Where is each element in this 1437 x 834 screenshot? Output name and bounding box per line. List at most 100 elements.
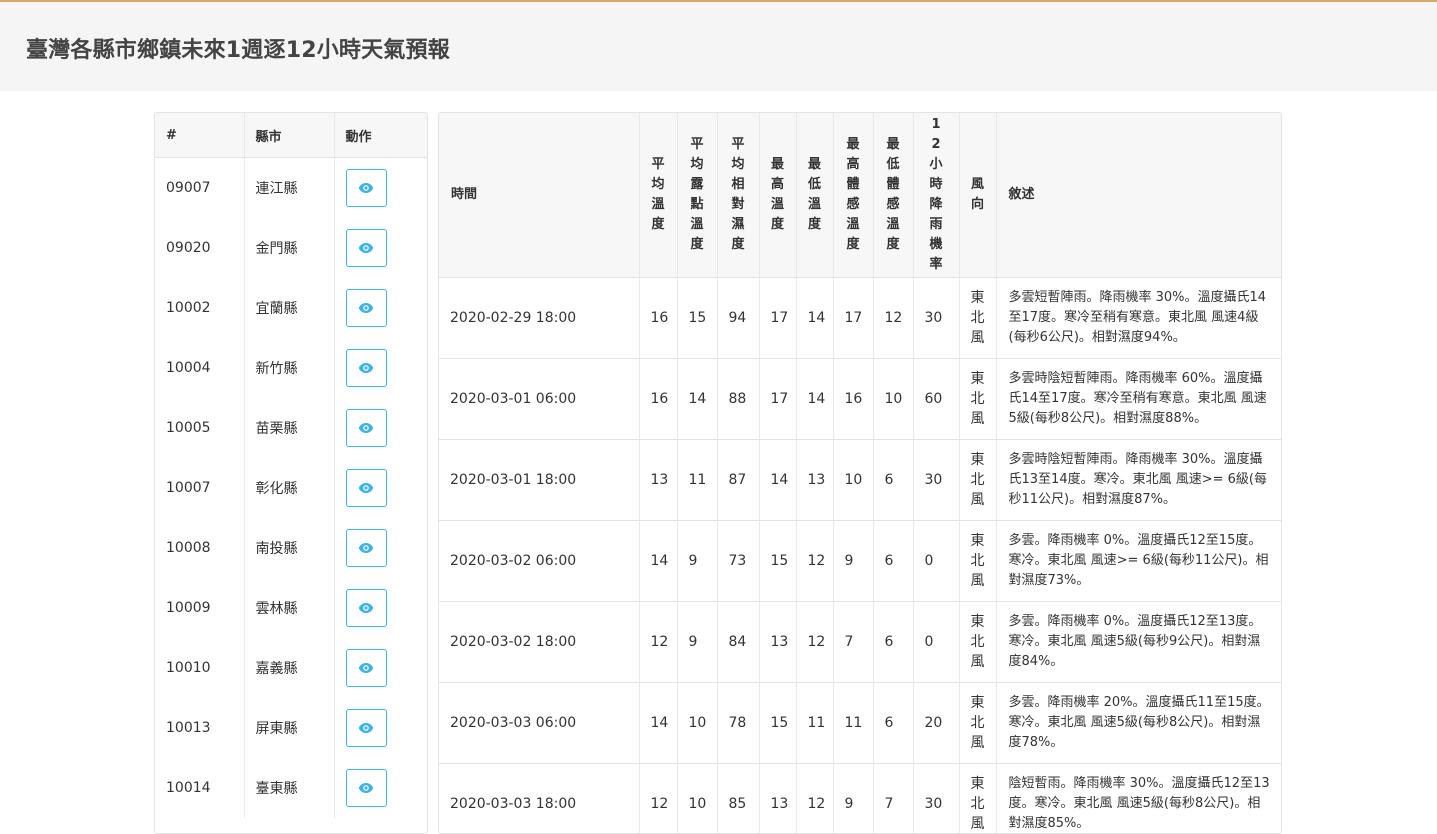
city-action-cell [334,758,427,818]
column-header-max-apparent-label: 最高體感溫度 [846,135,860,255]
min-temp: 12 [796,602,833,683]
eye-icon [358,242,374,254]
forecast-description: 多雲時陰短暫陣雨。降雨機率 60%。溫度攝氏14至17度。寒冷至稍有寒意。東北風… [996,359,1281,440]
eye-icon [358,722,374,734]
column-header-city: 縣市 [244,113,334,158]
column-header-avg-dew: 平均露點溫度 [677,113,717,278]
column-header-time: 時間 [439,113,639,278]
max-apparent-temp: 9 [833,764,873,834]
eye-icon [358,422,374,434]
city-name: 彰化縣 [244,458,334,518]
table-row: 09007連江縣 [155,158,427,219]
city-name: 苗栗縣 [244,398,334,458]
city-name: 金門縣 [244,218,334,278]
city-id: 10002 [155,278,244,338]
table-row: 2020-03-03 18:0012108513129730東北風陰短暫雨。降雨… [439,764,1281,834]
view-forecast-button[interactable] [346,409,387,447]
forecast-time: 2020-02-29 18:00 [439,278,639,359]
column-header-pop-label: 12小時降雨機率 [929,115,943,275]
wind-direction: 東北風 [971,450,985,510]
forecast-header-row: 時間 平均溫度 平均露點溫度 平均相對濕度 最高溫度 最低溫度 最高體感溫度 最… [439,113,1281,278]
view-forecast-button[interactable] [346,709,387,747]
column-header-max-apparent: 最高體感溫度 [833,113,873,278]
view-forecast-button[interactable] [346,769,387,807]
forecast-time: 2020-03-02 06:00 [439,521,639,602]
max-temp: 17 [759,278,796,359]
view-forecast-button[interactable] [346,649,387,687]
avg-rh: 88 [717,359,759,440]
max-apparent-temp: 9 [833,521,873,602]
city-id: 10007 [155,458,244,518]
avg-dew: 9 [677,602,717,683]
eye-icon [358,362,374,374]
eye-icon [358,782,374,794]
view-forecast-button[interactable] [346,469,387,507]
pop: 30 [913,764,959,834]
view-forecast-button[interactable] [346,349,387,387]
avg-temp: 16 [639,278,677,359]
forecast-description: 多雲時陰短暫陣雨。降雨機率 30%。溫度攝氏13至14度。寒冷。東北風 風速>=… [996,440,1281,521]
city-action-cell [334,578,427,638]
wind-direction: 東北風 [971,531,985,591]
max-temp: 17 [759,359,796,440]
pop: 60 [913,359,959,440]
pop: 30 [913,278,959,359]
table-row: 10005苗栗縣 [155,398,427,458]
forecast-description: 多雲。降雨機率 0%。溫度攝氏12至15度。寒冷。東北風 風速>= 6級(每秒1… [996,521,1281,602]
city-action-cell [334,158,427,219]
min-apparent-temp: 12 [873,278,913,359]
city-action-cell [334,218,427,278]
avg-temp: 12 [639,764,677,834]
forecast-time: 2020-03-03 18:00 [439,764,639,834]
min-apparent-temp: 6 [873,683,913,764]
view-forecast-button[interactable] [346,229,387,267]
table-row: 10013屏東縣 [155,698,427,758]
column-header-min-temp: 最低溫度 [796,113,833,278]
avg-temp: 16 [639,359,677,440]
city-action-cell [334,698,427,758]
city-table-header-row: # 縣市 動作 [155,113,427,158]
min-temp: 12 [796,521,833,602]
table-row: 10014臺東縣 [155,758,427,818]
forecast-panel: 時間 平均溫度 平均露點溫度 平均相對濕度 最高溫度 最低溫度 最高體感溫度 最… [438,112,1282,834]
column-header-avg-temp-label: 平均溫度 [651,155,665,235]
wind-direction: 東北風 [971,612,985,672]
pop: 30 [913,440,959,521]
view-forecast-button[interactable] [346,169,387,207]
table-row: 2020-02-29 18:001615941714171230東北風多雲短暫陣… [439,278,1281,359]
column-header-max-temp: 最高溫度 [759,113,796,278]
column-header-pop: 12小時降雨機率 [913,113,959,278]
column-header-desc: 敘述 [996,113,1281,278]
city-name: 臺東縣 [244,758,334,818]
forecast-time: 2020-03-01 06:00 [439,359,639,440]
avg-rh: 84 [717,602,759,683]
max-apparent-temp: 17 [833,278,873,359]
wind-direction-cell: 東北風 [959,764,996,834]
city-table: # 縣市 動作 09007連江縣09020金門縣10002宜蘭縣10004新竹縣… [155,113,427,818]
table-row: 10009雲林縣 [155,578,427,638]
page-header: 臺灣各縣市鄉鎮未來1週逐12小時天氣預報 [0,2,1437,91]
table-row: 2020-03-01 18:00131187141310630東北風多雲時陰短暫… [439,440,1281,521]
city-action-cell [334,518,427,578]
view-forecast-button[interactable] [346,589,387,627]
column-header-wind: 風向 [959,113,996,278]
wind-direction-cell: 東北風 [959,440,996,521]
column-header-avg-dew-label: 平均露點溫度 [690,135,704,255]
avg-dew: 10 [677,764,717,834]
city-name: 連江縣 [244,158,334,219]
table-row: 09020金門縣 [155,218,427,278]
column-header-min-temp-label: 最低溫度 [808,155,822,235]
max-temp: 13 [759,602,796,683]
city-list-panel: # 縣市 動作 09007連江縣09020金門縣10002宜蘭縣10004新竹縣… [154,112,428,834]
column-header-avg-temp: 平均溫度 [639,113,677,278]
min-apparent-temp: 6 [873,440,913,521]
column-header-avg-rh: 平均相對濕度 [717,113,759,278]
avg-temp: 14 [639,521,677,602]
forecast-time: 2020-03-03 06:00 [439,683,639,764]
view-forecast-button[interactable] [346,529,387,567]
view-forecast-button[interactable] [346,289,387,327]
city-id: 09007 [155,158,244,219]
city-id: 10009 [155,578,244,638]
max-apparent-temp: 11 [833,683,873,764]
wind-direction-cell: 東北風 [959,359,996,440]
